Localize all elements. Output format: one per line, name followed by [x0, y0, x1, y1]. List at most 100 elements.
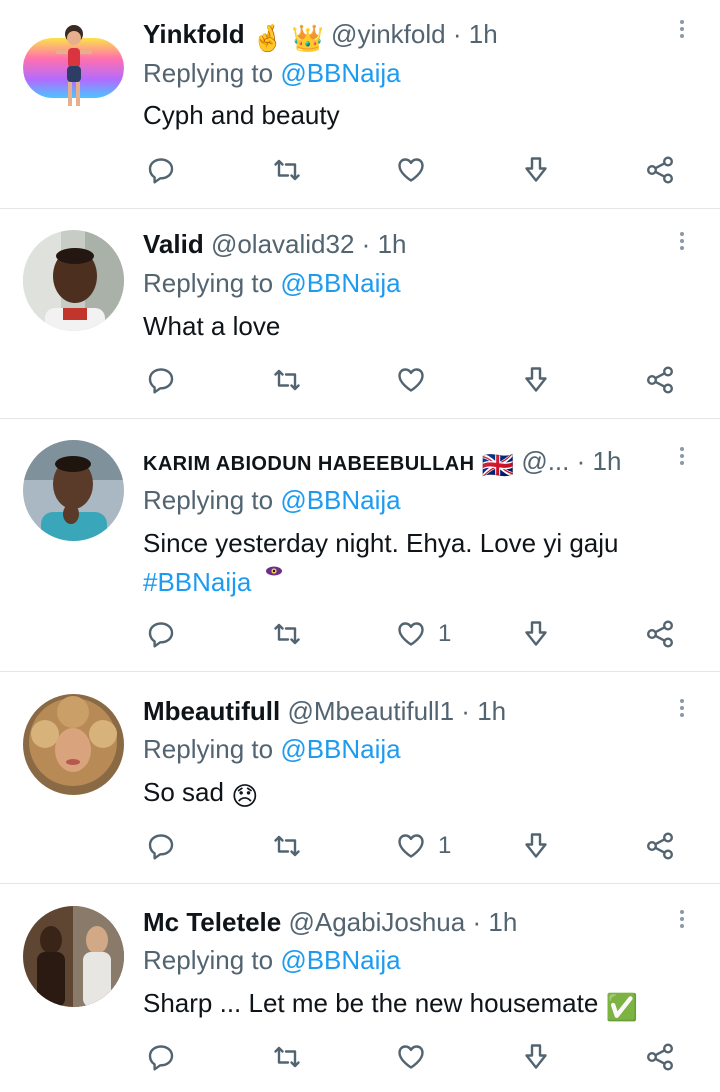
mention-link[interactable]: @BBNaija — [280, 734, 400, 764]
like-button[interactable]: 1 — [396, 829, 451, 863]
mention-link[interactable]: @BBNaija — [280, 485, 400, 515]
reply-header: KARIM ABIODUN HABEEBULLAH 🇬🇧 @... · 1h — [143, 445, 621, 481]
reply-icon — [148, 158, 174, 184]
more-vertical-icon[interactable] — [670, 902, 694, 936]
reply-button[interactable] — [146, 153, 176, 187]
retweet-button[interactable] — [272, 1040, 302, 1074]
share-button[interactable] — [645, 153, 675, 187]
reply-text-line: So sad 😞 — [143, 776, 258, 812]
separator-dot: · — [461, 696, 470, 726]
download-button[interactable] — [521, 153, 551, 187]
reply-button[interactable] — [146, 829, 176, 863]
reply-text: So sad — [143, 777, 224, 807]
user-handle[interactable]: @Mbeautifull1 — [287, 696, 454, 726]
reply-button[interactable] — [146, 617, 176, 651]
retweet-button[interactable] — [272, 617, 302, 651]
avatar[interactable] — [23, 230, 124, 331]
heart-icon — [398, 622, 424, 646]
avatar[interactable] — [23, 16, 124, 117]
replying-to-label: Replying to — [143, 58, 274, 88]
like-button[interactable] — [396, 153, 438, 187]
avatar-image — [23, 16, 124, 117]
replying-to-line: Replying to @BBNaija — [143, 57, 401, 89]
more-vertical-icon[interactable] — [670, 439, 694, 473]
user-handle[interactable]: @AgabiJoshua — [288, 907, 465, 937]
replying-to-line: Replying to @BBNaija — [143, 733, 401, 765]
mention-link[interactable]: @BBNaija — [280, 268, 400, 298]
separator-dot: · — [576, 446, 586, 476]
replying-to-label: Replying to — [143, 945, 274, 975]
more-vertical-icon[interactable] — [670, 224, 694, 258]
avatar[interactable] — [23, 906, 124, 1007]
disappointed-face-emoji: 😞 — [231, 781, 259, 811]
display-name[interactable]: Mbeautifull — [143, 696, 280, 726]
mention-link[interactable]: @BBNaija — [280, 58, 400, 88]
share-icon — [647, 620, 674, 648]
share-button[interactable] — [645, 829, 675, 863]
user-handle[interactable]: @olavalid32 — [211, 229, 354, 259]
avatar[interactable] — [23, 694, 124, 795]
like-button[interactable] — [396, 1040, 438, 1074]
retweet-button[interactable] — [272, 153, 302, 187]
share-button[interactable] — [645, 363, 675, 397]
reply-icon — [148, 368, 174, 394]
display-name[interactable]: KARIM ABIODUN HABEEBULLAH — [143, 453, 474, 475]
hashtag-eye-icon — [265, 566, 282, 576]
timestamp[interactable]: 1h — [488, 907, 517, 937]
timestamp[interactable]: 1h — [469, 19, 498, 49]
more-vertical-icon[interactable] — [670, 12, 694, 46]
reply-header: Mbeautifull @Mbeautifull1 · 1h — [143, 695, 506, 727]
mention-link[interactable]: @BBNaija — [280, 945, 400, 975]
retweet-button[interactable] — [272, 363, 302, 397]
display-name[interactable]: Valid — [143, 229, 204, 259]
download-button[interactable] — [521, 829, 551, 863]
replying-to-label: Replying to — [143, 268, 274, 298]
replying-to-line: Replying to @BBNaija — [143, 267, 401, 299]
separator-dot: · — [361, 229, 371, 259]
reply-text: What a love — [143, 311, 281, 341]
reply-header: Mc Teletele @AgabiJoshua · 1h — [143, 906, 517, 938]
share-button[interactable] — [645, 617, 675, 651]
download-button[interactable] — [521, 363, 551, 397]
badge-uk-flag: 🇬🇧 — [481, 450, 515, 480]
avatar-image — [23, 230, 124, 331]
more-vertical-icon[interactable] — [670, 691, 694, 725]
badge-fingers-crossed: 🤞 — [251, 23, 285, 53]
download-button[interactable] — [521, 617, 551, 651]
reply-icon — [148, 622, 174, 648]
download-button[interactable] — [521, 1040, 551, 1074]
retweet-icon — [274, 1046, 300, 1068]
timestamp[interactable]: 1h — [593, 446, 622, 476]
share-icon — [647, 1043, 674, 1071]
avatar-image — [23, 694, 124, 795]
user-handle[interactable]: @yinkfold — [331, 19, 446, 49]
reply-text: Sharp ... Let me be the new housemate — [143, 988, 599, 1018]
reply-header: Yinkfold 🤞 👑 @yinkfold · 1h — [143, 18, 498, 54]
timestamp[interactable]: 1h — [477, 696, 506, 726]
avatar[interactable] — [23, 440, 124, 541]
hashtag-link[interactable]: #BBNaija — [143, 567, 251, 597]
reply-item[interactable]: Mc Teletele @AgabiJoshua · 1h Replying t… — [0, 884, 720, 1092]
display-name[interactable]: Mc Teletele — [143, 907, 281, 937]
display-name[interactable]: Yinkfold — [143, 19, 245, 49]
reply-item[interactable]: Yinkfold 🤞 👑 @yinkfold · 1h Replying to … — [0, 0, 720, 208]
badge-crown: 👑 — [291, 23, 324, 53]
user-handle[interactable]: @... — [521, 446, 569, 476]
heart-icon — [398, 368, 424, 392]
share-icon — [647, 832, 674, 860]
like-count: 1 — [438, 620, 452, 647]
reply-text-line: Sharp ... Let me be the new housemate ✅ — [143, 987, 638, 1023]
retweet-button[interactable] — [272, 829, 302, 863]
reply-button[interactable] — [146, 1040, 176, 1074]
reply-item[interactable]: KARIM ABIODUN HABEEBULLAH 🇬🇧 @... · 1h R… — [0, 419, 720, 671]
like-button[interactable] — [396, 363, 438, 397]
timestamp[interactable]: 1h — [378, 229, 407, 259]
reply-button[interactable] — [146, 363, 176, 397]
heart-icon — [398, 1045, 424, 1069]
reply-item[interactable]: Valid @olavalid32 · 1h Replying to @BBNa… — [0, 209, 720, 417]
avatar-image — [23, 440, 124, 541]
share-button[interactable] — [645, 1040, 675, 1074]
reply-item[interactable]: Mbeautifull @Mbeautifull1 · 1h Replying … — [0, 672, 720, 882]
replying-to-label: Replying to — [143, 485, 274, 515]
like-button[interactable]: 1 — [396, 617, 451, 651]
